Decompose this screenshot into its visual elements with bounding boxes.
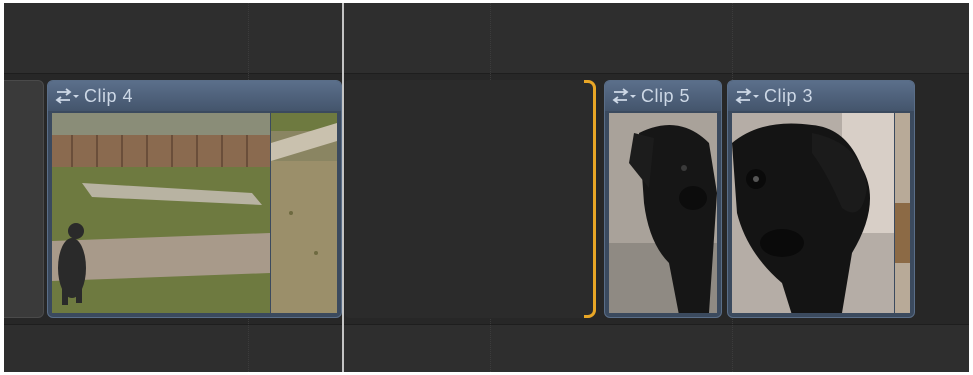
timeline-lower-lane[interactable] xyxy=(4,324,969,372)
clip-5[interactable]: Clip 5 xyxy=(604,80,722,318)
clip-4-thumbnail-2 xyxy=(271,113,337,313)
clip-4[interactable]: Clip 4 xyxy=(47,80,342,318)
clip-5-header[interactable]: Clip 5 xyxy=(605,81,721,111)
clip-3-label: Clip 3 xyxy=(764,85,814,106)
clip-3-thumbnail-1 xyxy=(732,113,894,313)
playhead[interactable] xyxy=(342,3,344,372)
clip-4-label: Clip 4 xyxy=(84,85,134,106)
clip-3-header[interactable]: Clip 3 xyxy=(728,81,914,111)
selection-bracket[interactable] xyxy=(584,80,596,318)
clip-3-thumbnail-2 xyxy=(895,113,910,313)
clip-3[interactable]: Clip 3 xyxy=(727,80,915,318)
previous-clip-edge[interactable] xyxy=(4,80,44,318)
clip-5-label: Clip 5 xyxy=(641,85,691,106)
clip-5-thumbnail xyxy=(609,113,717,313)
audio-video-arrows-icon[interactable] xyxy=(734,86,760,106)
timeline[interactable]: Clip 4 Clip 5 Clip 3 xyxy=(4,3,969,372)
timeline-gap[interactable] xyxy=(345,80,595,318)
timeline-upper-lane[interactable] xyxy=(4,3,969,74)
audio-video-arrows-icon[interactable] xyxy=(611,86,637,106)
audio-video-arrows-icon[interactable] xyxy=(54,86,80,106)
clip-4-header[interactable]: Clip 4 xyxy=(48,81,341,111)
clip-4-thumbnail-1 xyxy=(52,113,270,313)
